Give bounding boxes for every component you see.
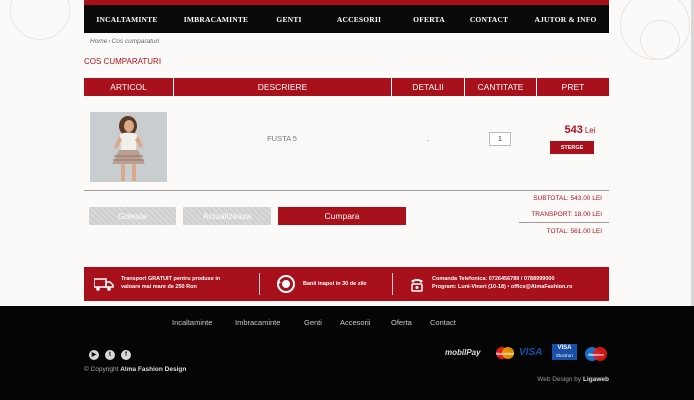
footer-link-imbracaminte[interactable]: Imbracaminte — [235, 318, 280, 327]
price-currency: Lei — [584, 126, 596, 135]
mobilpay-logo: mobilPay — [445, 348, 481, 357]
header-cantitate: CANTITATE — [465, 78, 537, 96]
nav-item-contact[interactable]: CONTACT — [456, 15, 522, 24]
footer-nav: Incaltaminte Imbracaminte Genti Accesori… — [0, 318, 694, 330]
visa-logo: VISA — [519, 347, 543, 358]
free-shipping-text: Transport GRATUIT pentru produse in valo… — [121, 275, 220, 291]
update-cart-button[interactable]: Actualizeaza — [183, 207, 271, 225]
buy-button[interactable]: Cumpara — [278, 207, 406, 225]
price-value: 543 — [564, 124, 583, 136]
main-nav: INCALTAMINTE IMBRACAMINTE GENTI ACCESORI… — [84, 5, 609, 33]
copyright: © Copyright Alma Fashion Design — [84, 366, 186, 373]
visa-electron-top: VISA — [557, 345, 572, 351]
nav-item-ajutor-info[interactable]: AJUTOR & INFO — [522, 15, 609, 24]
nav-item-imbracaminte[interactable]: IMBRACAMINTE — [170, 15, 262, 24]
visa-electron-bottom: Electron — [556, 353, 573, 358]
cart-row: FUSTA 5 - 543Lei STERGE — [84, 106, 609, 186]
breadcrumb: Home›Cos cumparaturi — [90, 38, 159, 45]
totals-divider — [519, 222, 609, 223]
youtube-icon[interactable]: ▶ — [89, 350, 99, 360]
twitter-icon[interactable]: t — [105, 350, 115, 360]
product-photo — [90, 112, 167, 182]
subtotal: SUBTOTAL: 543.00 LEI — [533, 195, 602, 202]
clear-cart-button[interactable]: Goleste — [89, 207, 176, 225]
copyright-brand[interactable]: Alma Fashion Design — [120, 366, 186, 373]
cart-table-header: ARTICOL DESCRIERE DETALII CANTITATE PRET — [84, 78, 609, 96]
footer-link-genti[interactable]: Genti — [304, 318, 322, 327]
credit-prefix: Web Design by — [537, 376, 582, 383]
info-separator — [259, 273, 260, 295]
phone-icon — [411, 279, 423, 292]
total: TOTAL: 561.00 LEI — [546, 228, 602, 235]
mastercard-text: MasterCard — [496, 352, 514, 356]
copyright-prefix: © Copyright — [84, 366, 119, 373]
product-details: - — [426, 136, 430, 145]
cart-divider — [84, 190, 609, 191]
credit-brand[interactable]: Ligaweb — [583, 376, 609, 383]
nav-item-oferta[interactable]: OFERTA — [402, 15, 456, 24]
footer-link-incaltaminte[interactable]: Incaltaminte — [172, 318, 212, 327]
money-back-text: Banii inapoi in 30 de zile — [303, 281, 367, 287]
breadcrumb-home-link[interactable]: Home — [90, 38, 107, 45]
product-description[interactable]: FUSTA 5 — [252, 134, 312, 143]
breadcrumb-current: Cos cumparaturi — [111, 38, 160, 45]
footer-link-accesorii[interactable]: Accesorii — [340, 318, 370, 327]
truck-icon — [94, 278, 114, 291]
footer: Incaltaminte Imbracaminte Genti Accesori… — [0, 306, 694, 400]
footer-link-contact[interactable]: Contact — [430, 318, 456, 327]
quantity-input[interactable] — [489, 132, 511, 146]
page-title: COS CUMPARATURI — [84, 57, 162, 66]
facebook-icon[interactable]: f — [121, 350, 131, 360]
footer-link-oferta[interactable]: Oferta — [391, 318, 412, 327]
nav-item-incaltaminte[interactable]: INCALTAMINTE — [84, 15, 170, 24]
maestro-logo: Maestro — [585, 347, 607, 361]
product-image[interactable] — [90, 112, 167, 182]
header-descriere: DESCRIERE — [174, 78, 392, 96]
background-swirl — [10, 0, 70, 40]
free-shipping-line1: Transport GRATUIT pentru produse in — [121, 276, 221, 282]
money-back-icon — [277, 275, 295, 293]
info-separator — [392, 273, 393, 295]
phone-order-line2: Program: Luni-Vineri (10-18) • office@Al… — [432, 284, 573, 290]
product-price: 543 Lei — [550, 124, 610, 136]
header-articol: ARTICOL — [84, 78, 174, 96]
visa-electron-logo: VISA Electron — [552, 344, 577, 360]
background-swirl — [640, 20, 680, 60]
nav-item-genti[interactable]: GENTI — [262, 15, 316, 24]
nav-item-accesorii[interactable]: ACCESORII — [316, 15, 402, 24]
header-pret: PRET — [561, 82, 585, 92]
info-bar: Transport GRATUIT pentru produse in valo… — [84, 267, 609, 301]
web-design-credit: Web Design by Ligaweb — [537, 376, 609, 383]
transport-cost: TRANSPORT: 18.00 LEI — [531, 211, 602, 218]
phone-order-line1: Comanda Telefonica: 0726456789 / 0788999… — [432, 276, 555, 282]
breadcrumb-separator: › — [108, 38, 111, 45]
mastercard-logo: MasterCard — [496, 347, 514, 359]
delete-item-button[interactable]: STERGE — [550, 141, 594, 154]
phone-order-text: Comanda Telefonica: 0726456789 / 0788999… — [432, 275, 572, 291]
header-detalii: DETALII — [392, 78, 465, 96]
free-shipping-line2: valoare mai mare de 250 Ron — [121, 284, 197, 290]
maestro-text: Maestro — [588, 352, 604, 357]
